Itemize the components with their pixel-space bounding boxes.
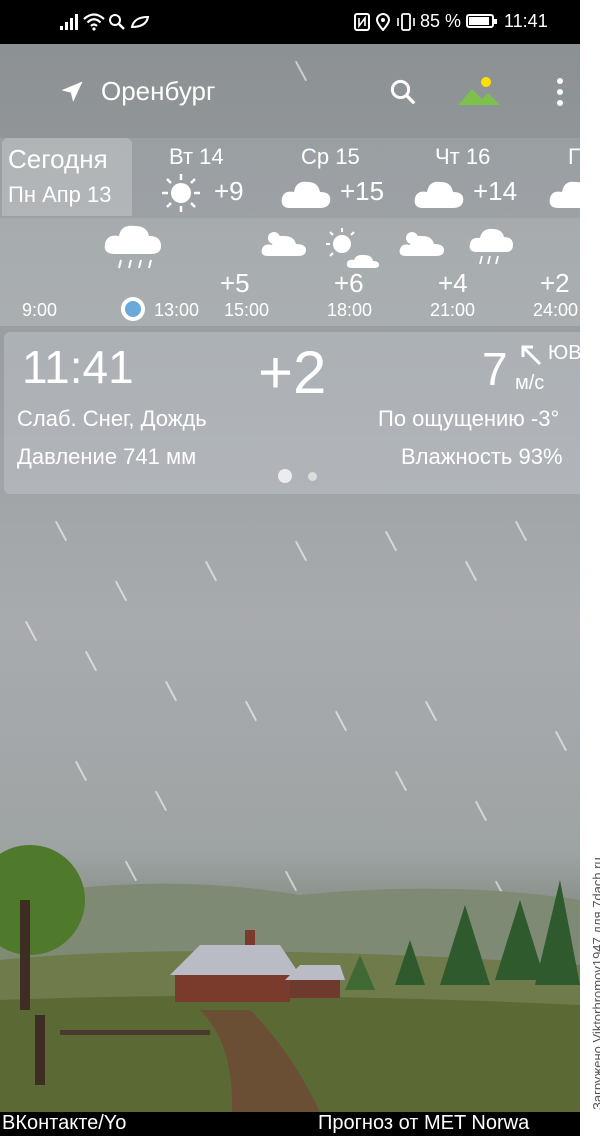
status-bar: 85 % 11:41: [0, 0, 580, 44]
search-icon[interactable]: [388, 77, 418, 107]
partly-cloudy-icon: [261, 232, 306, 256]
current-time: 11:41: [22, 341, 134, 393]
current-time-marker-icon: [121, 297, 145, 321]
day-forecast-2[interactable]: Ср 15 +15: [280, 138, 420, 216]
landscape-icon[interactable]: [456, 74, 502, 108]
social-link[interactable]: ВКонтакте/Yo: [2, 1112, 126, 1135]
hour-temp: +4: [438, 268, 468, 298]
day-temp: +14: [473, 176, 518, 206]
clock: 11:41: [504, 11, 548, 31]
hour-time: 9:00: [22, 300, 58, 320]
city-name[interactable]: Оренбург: [101, 76, 215, 107]
rain-cloud-icon: [469, 228, 513, 265]
battery-icon: [466, 14, 497, 28]
hour-temp: +6: [334, 268, 364, 298]
source-bar: ВКонтакте/Yo Прогноз от MET Norwa: [0, 1112, 580, 1136]
today-date: Пн Апр 13: [8, 182, 112, 207]
page-indicator-dot[interactable]: [308, 472, 317, 481]
day-forecast-1[interactable]: Вт 14 +9: [140, 138, 280, 216]
current-conditions-card[interactable]: 11:41 +2 7 ЮВ м/с Слаб. Снег, Дождь По о…: [4, 332, 580, 494]
wind-arrow-icon: [521, 345, 542, 366]
sun-cloud-icon: [326, 228, 379, 268]
partly-cloudy-icon: [399, 232, 444, 256]
hour-time: 18:00: [327, 300, 373, 320]
cloud-icon: [549, 181, 580, 208]
search-status-icon: [109, 14, 125, 30]
location-arrow-icon[interactable]: [58, 78, 86, 106]
more-vert-icon[interactable]: [555, 77, 565, 107]
notification-leaf-icon: [130, 15, 150, 29]
hourly-forecast[interactable]: +5 +6 +4 +2 9:00 13:00 15:00 18:00 21:00…: [0, 218, 580, 326]
hour-time: 13:00: [154, 300, 200, 320]
wind-direction: ЮВ: [548, 342, 580, 364]
hour-time: 21:00: [430, 300, 476, 320]
hour-temp: +2: [540, 268, 570, 298]
day-forecast-3[interactable]: Чт 16 +14: [413, 138, 553, 216]
day-name: Чт 16: [435, 144, 491, 169]
today-tab[interactable]: Сегодня Пн Апр 13: [2, 138, 132, 216]
signal-icon: [60, 14, 80, 30]
battery-percent: 85 %: [420, 11, 462, 31]
rain-cloud-icon: [104, 225, 161, 269]
day-forecast-4[interactable]: П: [548, 138, 580, 216]
vibrate-icon: [397, 13, 415, 31]
watermark: Загружено Viktorhromov1947 для 7dach.ru: [590, 857, 600, 1110]
cloud-icon: [281, 181, 331, 208]
wind-speed: 7: [482, 343, 508, 395]
condition-text: Слаб. Снег, Дождь: [17, 406, 207, 431]
pressure-text: Давление 741 мм: [17, 444, 197, 469]
hour-time: 15:00: [224, 300, 270, 320]
day-name: П: [568, 144, 580, 169]
location-pin-icon: [376, 13, 390, 31]
today-label: Сегодня: [8, 144, 108, 174]
wind-unit: м/с: [515, 372, 545, 394]
hour-temp: +5: [220, 268, 250, 298]
day-temp: +9: [214, 176, 244, 206]
app-toolbar: Оренбург: [0, 60, 580, 124]
forecast-source-link[interactable]: Прогноз от MET Norwa: [318, 1112, 529, 1135]
humidity-text: Влажность 93%: [401, 444, 563, 469]
feels-like-text: По ощущению -3°: [378, 406, 560, 431]
weather-app: Оренбург Сегодня Пн Апр 13 Вт 14 +9 Ср 1…: [0, 0, 580, 1136]
wifi-icon: [83, 13, 105, 31]
hour-time: 24:00: [533, 300, 579, 320]
day-name: Вт 14: [169, 144, 224, 169]
day-temp: +15: [340, 176, 385, 206]
page-indicator-dot-active[interactable]: [278, 469, 292, 483]
cloud-icon: [414, 181, 464, 208]
current-temp: +2: [258, 339, 327, 406]
nfc-icon: [354, 13, 370, 31]
sun-icon: [162, 174, 200, 212]
day-name: Ср 15: [301, 144, 360, 169]
